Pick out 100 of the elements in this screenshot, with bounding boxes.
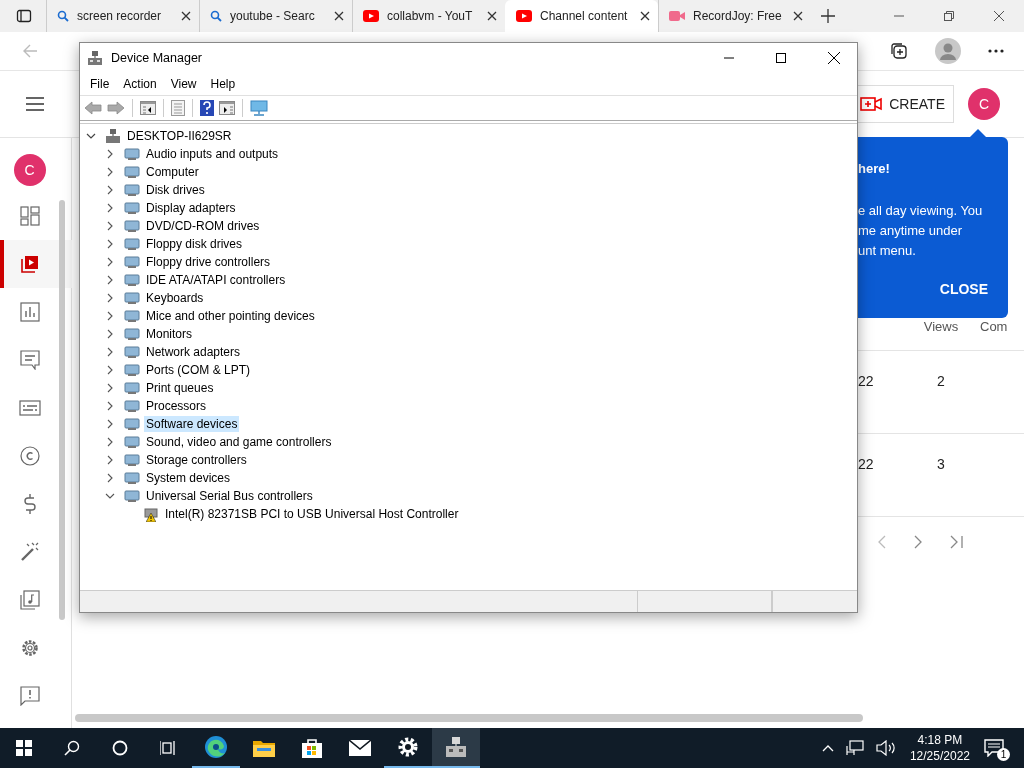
expand-icon[interactable] (105, 275, 115, 285)
close-icon[interactable] (487, 11, 497, 21)
menu-item[interactable]: Action (116, 77, 164, 91)
tree-item[interactable]: Ports (COM & LPT) (144, 362, 252, 378)
cortana-icon[interactable] (112, 740, 128, 756)
tree-item[interactable]: Floppy drive controllers (144, 254, 273, 270)
expand-icon[interactable] (105, 455, 115, 465)
avatar[interactable]: C (968, 88, 1000, 120)
table-cell-text: 22 (858, 456, 875, 474)
expand-icon[interactable] (105, 185, 115, 195)
browser-tab[interactable]: screen recorder (46, 0, 199, 32)
collections-icon[interactable] (890, 42, 908, 60)
channel-avatar[interactable]: C (13, 154, 46, 186)
next-page-button[interactable] (912, 533, 924, 551)
nav-item[interactable] (0, 240, 72, 288)
device-icon (124, 453, 140, 467)
expand-icon[interactable] (105, 383, 115, 393)
taskbar-app[interactable] (432, 728, 480, 768)
tree-item[interactable]: Storage controllers (144, 452, 249, 468)
monitor-icon[interactable] (250, 100, 268, 116)
close-icon[interactable] (994, 11, 1004, 21)
profile-icon[interactable] (935, 38, 961, 64)
column-header[interactable]: Com (980, 318, 1024, 334)
notification-icon[interactable] (984, 739, 1004, 757)
tree-item[interactable]: Print queues (144, 380, 216, 396)
collapse-icon[interactable] (105, 491, 115, 501)
expand-icon[interactable] (105, 293, 115, 303)
tree-item[interactable]: IDE ATA/ATAPI controllers (144, 272, 288, 288)
expand-icon[interactable] (105, 203, 115, 213)
tree-item[interactable]: Mice and other pointing devices (144, 308, 317, 324)
expand-icon[interactable] (105, 311, 115, 321)
create-button[interactable]: CREATE (858, 85, 954, 123)
tree-item[interactable]: Monitors (144, 326, 194, 342)
browser-tab[interactable]: RecordJoy: Free (658, 0, 811, 32)
tree-item[interactable]: System devices (144, 470, 233, 486)
volume-icon[interactable] (875, 740, 896, 756)
maximize-icon[interactable] (776, 53, 786, 63)
tree-item[interactable]: Universal Serial Bus controllers (144, 488, 315, 504)
close-icon[interactable] (640, 11, 650, 21)
menu-icon[interactable] (26, 97, 44, 111)
tab-actions-icon[interactable] (16, 8, 32, 24)
tree-item[interactable]: Keyboards (144, 290, 206, 306)
device-icon (124, 471, 140, 485)
tree-item[interactable]: DVD/CD-ROM drives (144, 218, 262, 234)
action-pane-icon[interactable] (219, 101, 235, 115)
tree-item[interactable]: Network adapters (144, 344, 243, 360)
tree-item[interactable]: Sound, video and game controllers (144, 434, 334, 450)
browser-tab[interactable]: Channel content (505, 0, 658, 32)
expand-icon[interactable] (105, 347, 115, 357)
expand-icon[interactable] (105, 149, 115, 159)
close-button[interactable]: CLOSE (939, 277, 988, 301)
network-icon[interactable] (845, 740, 864, 756)
console-tree-icon[interactable] (140, 101, 156, 115)
expand-icon[interactable] (105, 167, 115, 177)
tree-item[interactable]: Computer (144, 164, 201, 180)
properties-icon[interactable] (171, 100, 185, 116)
more-icon[interactable] (988, 49, 1004, 53)
expand-icon[interactable] (105, 257, 115, 267)
expand-icon[interactable] (105, 473, 115, 483)
collapse-icon[interactable] (86, 131, 96, 141)
browser-tab[interactable]: youtube - Searc (199, 0, 352, 32)
back-icon[interactable] (84, 101, 102, 115)
clock-date[interactable]: 12/25/2022 (909, 748, 970, 764)
windows-start-icon[interactable] (16, 740, 32, 756)
tree-item[interactable]: DESKTOP-II629SR (125, 128, 234, 144)
device-icon (124, 255, 140, 269)
scrollbar[interactable] (75, 714, 863, 722)
tree-item[interactable]: Audio inputs and outputs (144, 146, 281, 162)
expand-icon[interactable] (105, 437, 115, 447)
forward-icon[interactable] (107, 101, 125, 115)
menu-item[interactable]: File (83, 77, 117, 91)
close-icon[interactable] (793, 11, 803, 21)
task-view-icon[interactable] (160, 740, 176, 756)
column-header[interactable]: Views (902, 318, 980, 334)
menu-item[interactable]: View (163, 77, 204, 91)
help-icon[interactable] (200, 100, 214, 116)
expand-icon[interactable] (105, 239, 115, 249)
tree-item[interactable]: Software devices (144, 416, 240, 432)
expand-icon[interactable] (105, 365, 115, 375)
tree-item[interactable]: Floppy disk drives (144, 236, 245, 252)
tree-item[interactable]: Disk drives (144, 182, 207, 198)
search-icon[interactable] (64, 740, 80, 756)
restore-icon[interactable] (944, 11, 954, 21)
new-tab-icon[interactable] (821, 9, 835, 23)
expand-icon[interactable] (105, 221, 115, 231)
clock-time[interactable]: 4:18 PM (917, 732, 963, 748)
tree-item[interactable]: Display adapters (144, 200, 238, 216)
search-icon (210, 10, 222, 22)
close-icon[interactable] (334, 11, 344, 21)
tree-item[interactable]: Processors (144, 398, 209, 414)
close-icon[interactable] (181, 11, 191, 21)
close-icon[interactable] (828, 52, 840, 64)
expand-icon[interactable] (105, 329, 115, 339)
tree-item[interactable]: Intel(R) 82371SB PCI to USB Universal Host Controller (163, 506, 461, 522)
last-page-button[interactable] (948, 533, 966, 551)
expand-icon[interactable] (105, 401, 115, 411)
chevron-up-icon[interactable] (821, 744, 834, 752)
menu-item[interactable]: Help (203, 77, 243, 91)
browser-tab[interactable]: collabvm - YouT (352, 0, 505, 32)
expand-icon[interactable] (105, 419, 115, 429)
